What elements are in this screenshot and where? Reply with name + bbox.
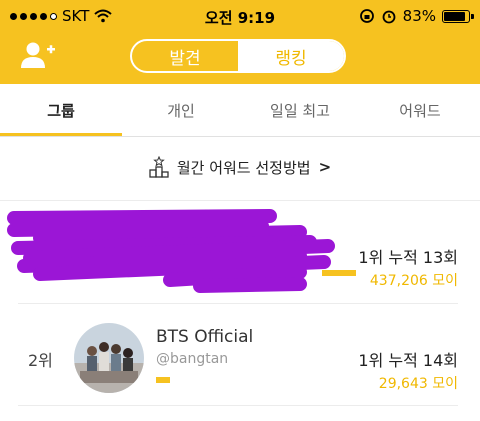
ranking-tabs: 그룹 개인 일일 최고 어워드 xyxy=(0,84,480,137)
artist-name: BTS Official xyxy=(156,327,254,347)
active-tab-indicator xyxy=(0,133,122,136)
divider xyxy=(18,303,458,304)
award-method-link[interactable]: 월간 어워드 선정방법 > xyxy=(0,156,480,178)
moi-amount: 437,206 모이 xyxy=(369,273,458,289)
tab-award[interactable]: 어워드 xyxy=(360,100,480,121)
redaction-scribble xyxy=(7,209,335,293)
add-friend-icon[interactable] xyxy=(20,40,56,70)
ranking-row-2[interactable]: 2위 BTS Official @bangtan 1위 누적 14회 29,64… xyxy=(0,305,480,405)
moi-amount: 29,643 모이 xyxy=(378,376,458,392)
ranking-row-1[interactable]: 1위 1위 누적 13회 437,206 모이 xyxy=(0,202,480,302)
alarm-icon xyxy=(382,10,396,24)
chevron-right-icon: > xyxy=(318,158,332,176)
segment-control: 발견 랭킹 xyxy=(130,39,346,73)
group-avatar xyxy=(74,323,144,393)
segment-ranking[interactable]: 랭킹 xyxy=(238,41,344,71)
tab-daily-best[interactable]: 일일 최고 xyxy=(240,100,360,121)
divider xyxy=(18,405,458,406)
status-right: 83% xyxy=(359,7,474,25)
tab-individual[interactable]: 개인 xyxy=(122,100,240,121)
divider xyxy=(0,200,480,201)
first-place-count: 1위 누적 13회 xyxy=(358,248,458,267)
first-place-count: 1위 누적 14회 xyxy=(358,351,458,370)
status-bar: SKT 오전 9:19 83% xyxy=(0,0,480,32)
segment-discover[interactable]: 발견 xyxy=(132,41,238,71)
artist-handle: @bangtan xyxy=(156,351,229,367)
rank-label: 2위 xyxy=(28,351,53,370)
tab-group[interactable]: 그룹 xyxy=(0,100,122,121)
podium-icon xyxy=(149,156,169,178)
progress-bar xyxy=(156,377,170,383)
award-method-label: 월간 어워드 선정방법 xyxy=(176,158,311,177)
lock-rotation-icon xyxy=(359,9,374,23)
battery-icon xyxy=(442,9,474,23)
app-header: 발견 랭킹 xyxy=(0,32,480,84)
battery-percent: 83% xyxy=(402,7,436,25)
